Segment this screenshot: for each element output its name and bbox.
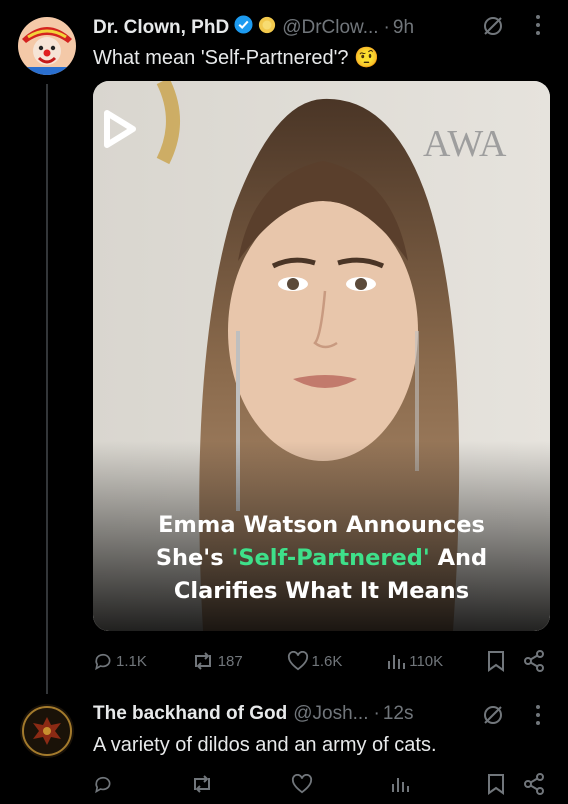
headline-line-2-pre: She's bbox=[155, 545, 232, 571]
repost-button[interactable]: 187 bbox=[191, 651, 243, 671]
reply-icon bbox=[95, 776, 111, 794]
tweet1-media-image[interactable]: AWA Emma Watson Announces She's 'Self-Pa… bbox=[93, 81, 550, 631]
views-icon bbox=[392, 778, 409, 792]
repost-icon bbox=[194, 652, 211, 670]
tweet1-right-actions bbox=[487, 650, 545, 672]
share-icon[interactable] bbox=[523, 650, 545, 672]
tweet2-author-name[interactable]: The backhand of God bbox=[93, 703, 287, 725]
more-options-icon[interactable] bbox=[535, 704, 541, 730]
tweet2-right-actions bbox=[487, 773, 545, 795]
headline-line-2-post: And bbox=[429, 545, 488, 571]
reply-button[interactable] bbox=[93, 774, 113, 794]
like-count: 1.6K bbox=[311, 652, 343, 670]
repost-icon bbox=[194, 775, 210, 793]
heart-icon bbox=[287, 651, 308, 671]
thread-line bbox=[46, 84, 48, 694]
headline-line-3: Clarifies What It Means bbox=[173, 578, 470, 604]
tweet1-header: Dr. Clown, PhD @DrClow... · 9h bbox=[93, 15, 414, 40]
tweet2-time[interactable]: 12s bbox=[383, 703, 414, 725]
tweet2-handle[interactable]: @Josh... bbox=[293, 703, 368, 725]
tweet1-text: What mean 'Self-Partnered'? 🤨 bbox=[93, 47, 379, 69]
verified-badge-icon bbox=[234, 15, 253, 40]
views-icon bbox=[388, 655, 406, 669]
tweet2-action-bar bbox=[93, 773, 545, 795]
avatar-backhand[interactable] bbox=[20, 704, 74, 758]
repost-button[interactable] bbox=[190, 774, 214, 794]
tweet1-action-bar: 1.1K 187 1.6K 110K bbox=[93, 650, 545, 672]
tweet2-text: A variety of dildos and an army of cats. bbox=[93, 734, 437, 756]
reply-button[interactable]: 1.1K bbox=[93, 651, 147, 671]
tweet1-author-name[interactable]: Dr. Clown, PhD bbox=[93, 17, 229, 39]
bookmark-icon[interactable] bbox=[487, 773, 505, 795]
like-button[interactable] bbox=[291, 774, 313, 794]
avatar-clown[interactable] bbox=[18, 17, 76, 75]
headline-highlight: 'Self-Partnered' bbox=[231, 545, 430, 571]
like-button[interactable]: 1.6K bbox=[287, 651, 343, 671]
gold-circle-badge-icon bbox=[258, 16, 276, 40]
reply-icon bbox=[95, 653, 111, 671]
background-sign-text: AWA bbox=[423, 123, 507, 165]
reply-count: 1.1K bbox=[116, 652, 147, 670]
tweet1-dot: · bbox=[383, 16, 390, 38]
tweet1-handle[interactable]: @DrClow... bbox=[282, 17, 378, 39]
grok-icon[interactable] bbox=[482, 704, 504, 731]
views-count: 110K bbox=[409, 652, 444, 670]
more-options-icon[interactable] bbox=[535, 14, 541, 40]
tweet1-time[interactable]: 9h bbox=[393, 17, 414, 39]
views-button[interactable]: 110K bbox=[386, 651, 443, 671]
heart-icon bbox=[291, 774, 313, 794]
tweet2-dot: · bbox=[373, 703, 380, 724]
views-button[interactable] bbox=[390, 774, 410, 794]
repost-count: 187 bbox=[217, 652, 243, 670]
share-icon[interactable] bbox=[523, 773, 545, 795]
grok-icon[interactable] bbox=[482, 15, 504, 42]
tweet2-header: The backhand of God @Josh... · 12s bbox=[93, 703, 413, 725]
headline-line-2: She's 'Self-Partnered' And bbox=[93, 542, 550, 575]
media-headline: Emma Watson Announces She's 'Self-Partne… bbox=[93, 509, 550, 608]
bookmark-icon[interactable] bbox=[487, 650, 505, 672]
headline-line-1: Emma Watson Announces bbox=[158, 512, 485, 538]
